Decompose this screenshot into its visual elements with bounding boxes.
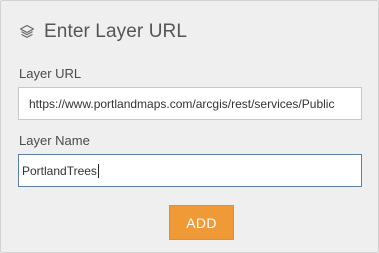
add-button[interactable]: ADD <box>169 205 234 240</box>
layer-url-input[interactable]: https://www.portlandmaps.com/arcgis/rest… <box>18 87 362 120</box>
add-button-label: ADD <box>186 214 217 231</box>
layer-name-label: Layer Name <box>19 133 90 148</box>
layer-url-value: https://www.portlandmaps.com/arcgis/rest… <box>29 96 335 111</box>
panel-title: Enter Layer URL <box>44 21 188 42</box>
add-layer-panel: Enter Layer URL Layer URL https://www.po… <box>0 0 379 253</box>
layers-icon <box>18 23 36 41</box>
panel-header: Enter Layer URL <box>18 19 187 45</box>
text-cursor <box>97 163 99 178</box>
layer-name-value: PortlandTrees <box>22 163 97 178</box>
layer-url-label: Layer URL <box>19 66 82 81</box>
layer-name-input[interactable]: PortlandTrees <box>18 154 362 187</box>
